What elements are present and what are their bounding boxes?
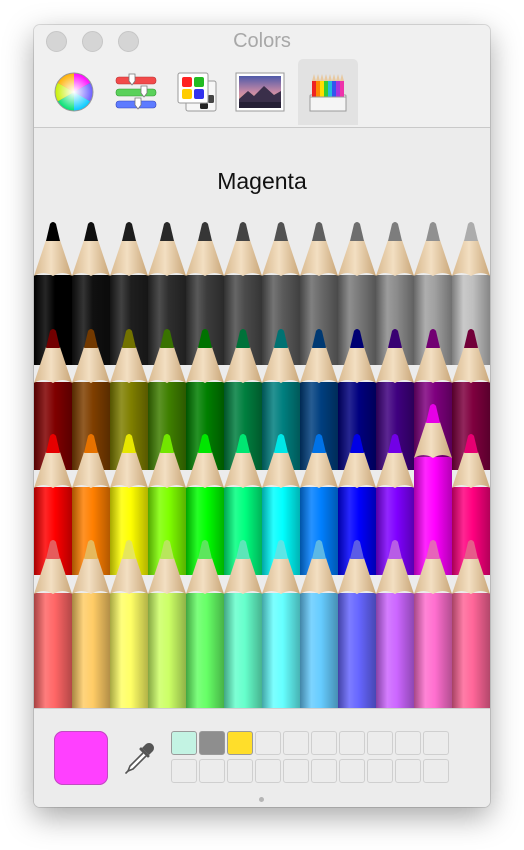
favorite-swatch[interactable] (283, 731, 309, 755)
pencils-panel: Magenta (34, 128, 490, 710)
favorite-swatch[interactable] (423, 759, 449, 783)
favorite-swatch[interactable] (367, 731, 393, 755)
tab-color-palettes[interactable] (168, 59, 228, 125)
favorite-swatch[interactable] (395, 759, 421, 783)
favorite-swatch[interactable] (311, 731, 337, 755)
favorite-swatch[interactable] (311, 759, 337, 783)
favorite-swatch[interactable] (227, 759, 253, 783)
color-sliders-icon (115, 73, 157, 110)
pencil-grid (34, 222, 490, 710)
favorite-swatch[interactable] (423, 731, 449, 755)
current-color-well[interactable] (54, 731, 108, 785)
image-palettes-icon (235, 72, 285, 112)
window-title: Colors (233, 30, 291, 52)
favorite-swatch[interactable] (171, 759, 197, 783)
bottom-bar (34, 708, 490, 807)
color-palettes-icon (177, 72, 217, 112)
favorite-swatches (171, 731, 449, 783)
favorite-swatch[interactable] (367, 759, 393, 783)
favorite-swatch[interactable] (255, 759, 281, 783)
favorite-swatch[interactable] (283, 759, 309, 783)
color-wheel-icon (54, 72, 94, 112)
tab-image-palettes[interactable] (230, 59, 290, 125)
favorite-swatch[interactable] (255, 731, 281, 755)
tab-pencils[interactable] (298, 59, 358, 125)
favorite-swatch[interactable] (171, 731, 197, 755)
resize-grip[interactable] (259, 797, 264, 802)
favorite-swatch[interactable] (339, 759, 365, 783)
favorite-swatch[interactable] (227, 731, 253, 755)
pencils-icon (309, 74, 347, 112)
pencil-case (34, 220, 490, 710)
eyedropper-icon (125, 743, 154, 774)
title-bar: Colors (34, 25, 490, 128)
tab-color-wheel[interactable] (44, 59, 104, 125)
eyedropper-button[interactable] (122, 741, 156, 775)
colors-window: Colors Magenta (34, 25, 490, 807)
favorite-swatch[interactable] (395, 731, 421, 755)
selected-color-name: Magenta (217, 168, 307, 194)
tab-color-sliders[interactable] (106, 59, 166, 125)
favorite-swatch[interactable] (339, 731, 365, 755)
favorite-swatch[interactable] (199, 731, 225, 755)
favorite-swatch[interactable] (199, 759, 225, 783)
